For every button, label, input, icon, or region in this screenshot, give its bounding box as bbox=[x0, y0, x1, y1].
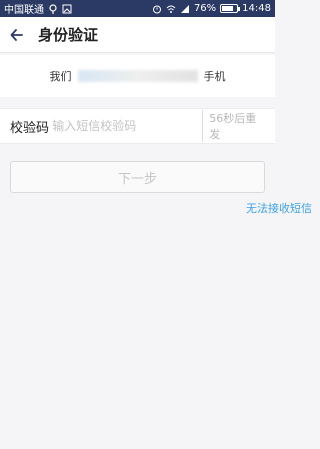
code-input[interactable] bbox=[52, 119, 203, 133]
resend-countdown[interactable]: 56秒后重发 bbox=[202, 110, 265, 142]
clock: 14:48 bbox=[242, 3, 271, 14]
phone-hint: 我们 手机 bbox=[0, 55, 275, 97]
wifi-icon bbox=[166, 5, 176, 13]
page-title: 身份验证 bbox=[38, 26, 99, 44]
code-row: 校验码 56秒后重发 bbox=[0, 108, 275, 144]
battery-icon bbox=[220, 4, 241, 13]
alarm-icon bbox=[152, 5, 161, 13]
location-icon bbox=[49, 3, 57, 14]
arrow-left-icon bbox=[10, 28, 23, 41]
back-button[interactable] bbox=[0, 17, 34, 53]
phone-hint-suffix: 手机 bbox=[203, 70, 226, 83]
next-button[interactable]: 下一步 bbox=[10, 161, 265, 193]
app-bar: 身份验证 bbox=[0, 17, 275, 53]
status-right: 76% 14:48 bbox=[152, 3, 271, 14]
battery-percent: 76% bbox=[193, 3, 217, 14]
image-icon bbox=[62, 4, 72, 13]
phone-hint-prefix: 我们 bbox=[49, 70, 72, 83]
status-left: 中国联通 bbox=[4, 1, 72, 16]
code-label: 校验码 bbox=[10, 120, 50, 136]
redacted-phone bbox=[77, 70, 198, 82]
carrier-label: 中国联通 bbox=[4, 5, 44, 16]
no-sms-link[interactable]: 无法接收短信 bbox=[246, 200, 312, 216]
signal-icon bbox=[180, 4, 189, 13]
status-bar: 中国联通 76% 14:48 bbox=[0, 0, 275, 17]
